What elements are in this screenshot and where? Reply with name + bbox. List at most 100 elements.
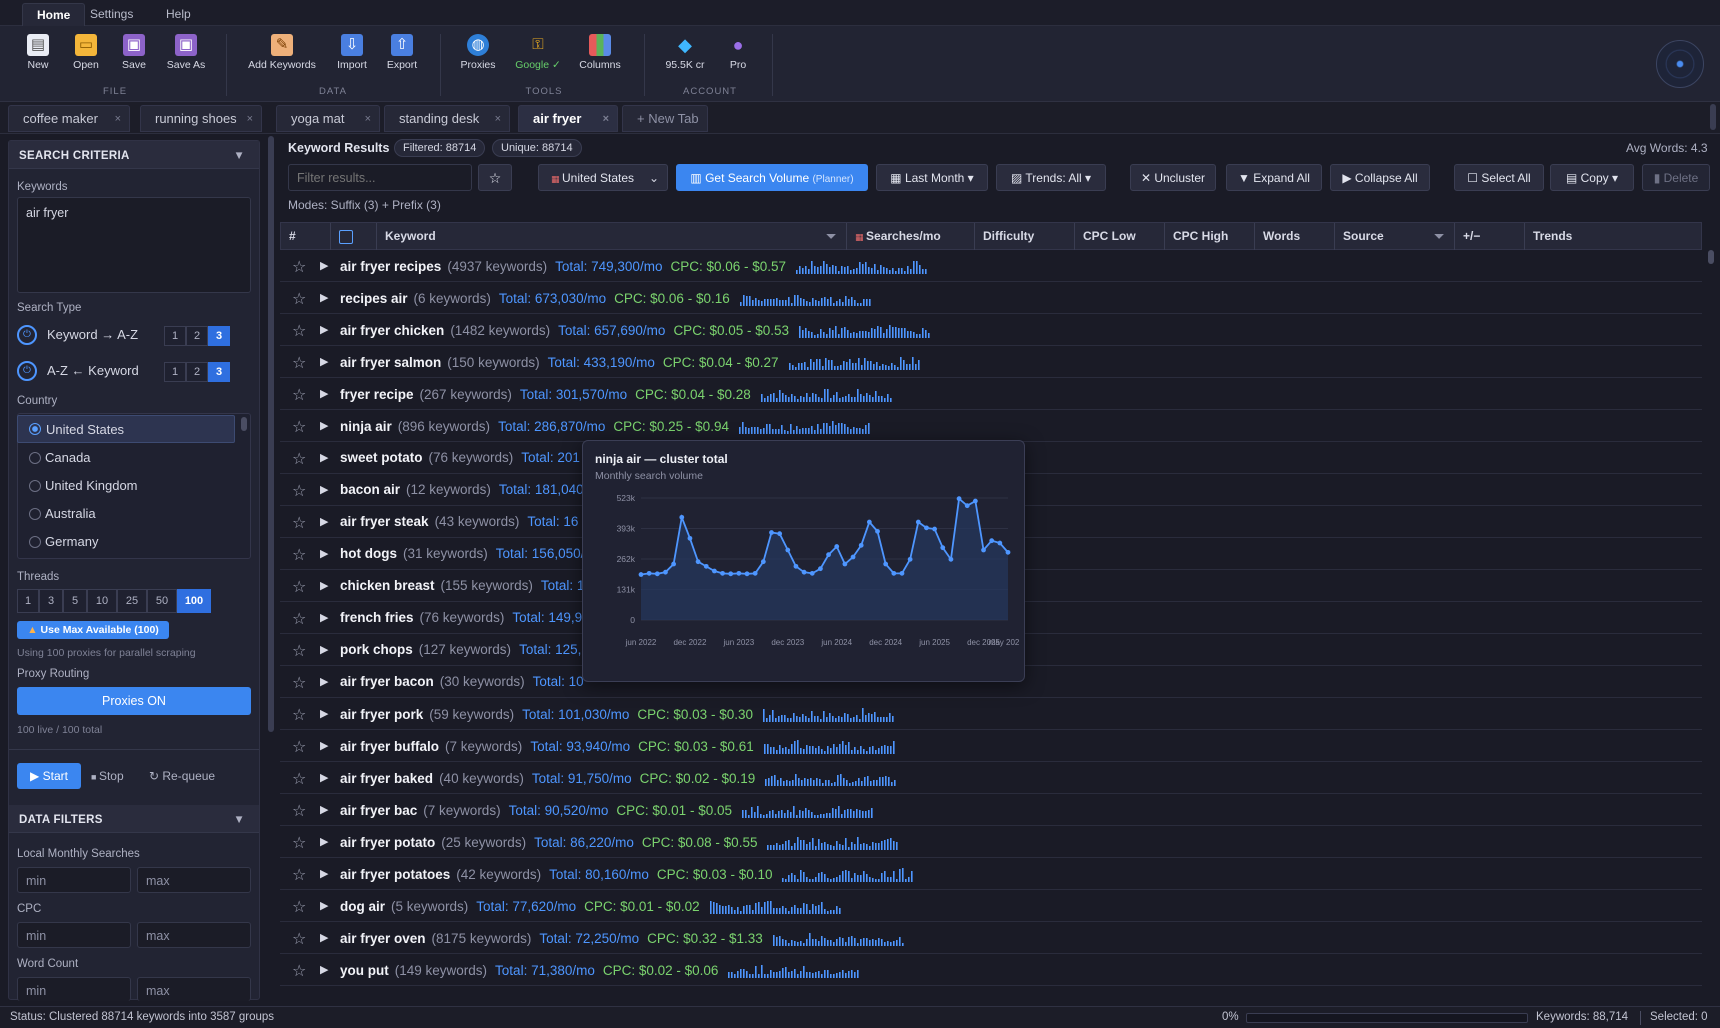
data-point[interactable] (907, 556, 913, 562)
select-all-button[interactable]: ☐ Select All (1454, 164, 1544, 191)
data-point[interactable] (826, 552, 831, 558)
filter-results-input[interactable] (288, 164, 472, 191)
star-icon[interactable]: ☆ (292, 897, 306, 917)
expand-row-icon[interactable]: ▶ (320, 867, 328, 880)
stop-button[interactable]: ■ Stop (91, 763, 145, 789)
star-icon[interactable]: ☆ (292, 577, 306, 597)
close-icon[interactable]: × (115, 106, 121, 132)
radio[interactable] (29, 480, 41, 492)
expand-row-icon[interactable]: ▶ (320, 323, 328, 336)
search-criteria-header[interactable]: SEARCH CRITERIA ▼ (9, 141, 259, 169)
last-month-dropdown[interactable]: ▦ Last Month ▾ (876, 164, 988, 191)
thread-option[interactable]: 50 (147, 589, 177, 613)
data-point[interactable] (769, 530, 774, 535)
data-point[interactable] (785, 547, 791, 553)
table-row[interactable]: ☆ ▶ ninja air (896 keywords) Total: 286,870/… (280, 410, 1702, 442)
favorites-star-button[interactable]: ☆ (478, 164, 512, 191)
credits-button[interactable]: ◆ 95.5K cr (658, 34, 712, 71)
table-row[interactable]: ☆ ▶ air fryer buffalo (7 keywords) Total: 93… (280, 730, 1702, 762)
data-point[interactable] (883, 561, 889, 567)
close-icon[interactable]: × (247, 106, 253, 132)
power-icon[interactable]: ⏻ (17, 325, 37, 345)
star-icon[interactable]: ☆ (292, 353, 306, 373)
expand-row-icon[interactable]: ▶ (320, 835, 328, 848)
star-icon[interactable]: ☆ (292, 705, 306, 725)
google-button[interactable]: ⚿ Google ✓ (512, 34, 564, 71)
data-point[interactable] (891, 570, 897, 576)
data-point[interactable] (956, 496, 962, 502)
data-point[interactable] (712, 568, 717, 574)
doc-tab-coffee-maker[interactable]: coffee maker × (8, 105, 130, 132)
expand-row-icon[interactable]: ▶ (320, 547, 328, 560)
expand-row-icon[interactable]: ▶ (320, 291, 328, 304)
collapse-triangle-icon[interactable]: ▼ (233, 150, 245, 162)
data-point[interactable] (646, 570, 652, 576)
table-row[interactable]: ☆ ▶ air fryer potatoes (42 keywords) Total: … (280, 858, 1702, 890)
data-point[interactable] (842, 561, 848, 567)
data-point[interactable] (728, 571, 734, 577)
proxies-button[interactable]: ◍ Proxies (452, 34, 504, 71)
left-panel-scrollbar[interactable] (268, 136, 274, 732)
column-header-index[interactable]: # (281, 223, 331, 250)
cpc-max-input[interactable]: max (137, 922, 251, 948)
doc-tab-standing-desk[interactable]: standing desk × (384, 105, 510, 132)
table-row[interactable]: ☆ ▶ air fryer oven (8175 keywords) Total: 72… (280, 922, 1702, 954)
data-point[interactable] (777, 531, 783, 537)
data-point[interactable] (1005, 549, 1011, 555)
select-all-checkbox-cell[interactable] (331, 223, 377, 250)
expand-row-icon[interactable]: ▶ (320, 643, 328, 656)
star-icon[interactable]: ☆ (292, 929, 306, 949)
data-point[interactable] (818, 566, 823, 572)
data-point[interactable] (858, 542, 864, 548)
column-header-source[interactable]: Source ⏷ (1335, 223, 1455, 250)
data-point[interactable] (964, 503, 970, 509)
uncluster-button[interactable]: ✕ Uncluster (1130, 164, 1216, 191)
data-point[interactable] (638, 572, 644, 577)
copy-dropdown[interactable]: ▤ Copy ▾ (1550, 164, 1634, 191)
star-icon[interactable]: ☆ (292, 449, 306, 469)
searches-max-input[interactable]: max (137, 867, 251, 893)
depth-option-1[interactable]: 1 (164, 362, 186, 382)
depth-option-3[interactable]: 3 (208, 326, 230, 346)
data-point[interactable] (671, 561, 677, 567)
data-point[interactable] (834, 544, 840, 549)
depth-option-3[interactable]: 3 (208, 362, 230, 382)
trends-dropdown[interactable]: ▨ Trends: All ▾ (996, 164, 1106, 191)
get-search-volume-button[interactable]: ▥ Get Search Volume (Planner) (676, 164, 868, 191)
new-button[interactable]: ▤ New (12, 34, 64, 71)
thread-option[interactable]: 10 (87, 589, 117, 613)
expand-row-icon[interactable]: ▶ (320, 931, 328, 944)
table-row[interactable]: ☆ ▶ dog air (5 keywords) Total: 77,620/mo CPC… (280, 890, 1702, 922)
requeue-button[interactable]: ↻ Re-queue (149, 763, 233, 789)
data-point[interactable] (695, 559, 701, 565)
country-option-united-states[interactable]: United States (17, 415, 235, 443)
star-icon[interactable]: ☆ (292, 833, 306, 853)
data-point[interactable] (924, 525, 929, 531)
expand-row-icon[interactable]: ▶ (320, 515, 328, 528)
expand-row-icon[interactable]: ▶ (320, 963, 328, 976)
table-row[interactable]: ☆ ▶ air fryer potato (25 keywords) Total: 86… (280, 826, 1702, 858)
table-row[interactable]: ☆ ▶ air fryer recipes (4937 keywords) Total:… (280, 250, 1702, 282)
start-button[interactable]: ▶ Start (17, 763, 81, 789)
data-point[interactable] (703, 563, 709, 569)
close-icon[interactable]: × (365, 106, 371, 132)
expand-row-icon[interactable]: ▶ (320, 355, 328, 368)
table-row[interactable]: ☆ ▶ fryer recipe (267 keywords) Total: 301,5… (280, 378, 1702, 410)
table-scrollbar[interactable] (1708, 250, 1714, 264)
word-count-max-input[interactable]: max (137, 977, 251, 1001)
expand-row-icon[interactable]: ▶ (320, 419, 328, 432)
column-header-searches[interactable]: ▦ Searches/mo (847, 223, 975, 250)
expand-row-icon[interactable]: ▶ (320, 675, 328, 688)
table-row[interactable]: ☆ ▶ air fryer salmon (150 keywords) Total: 4… (280, 346, 1702, 378)
star-icon[interactable]: ☆ (292, 513, 306, 533)
star-icon[interactable]: ☆ (292, 737, 306, 757)
data-point[interactable] (989, 538, 995, 544)
data-point[interactable] (801, 569, 807, 575)
star-icon[interactable]: ☆ (292, 545, 306, 565)
doc-tab-yoga-mat[interactable]: yoga mat × (276, 105, 380, 132)
proxies-on-button[interactable]: Proxies ON (17, 687, 251, 715)
thread-option[interactable]: 100 (177, 589, 211, 613)
data-point[interactable] (899, 570, 905, 576)
data-point[interactable] (875, 528, 880, 534)
thread-option[interactable]: 25 (117, 589, 147, 613)
